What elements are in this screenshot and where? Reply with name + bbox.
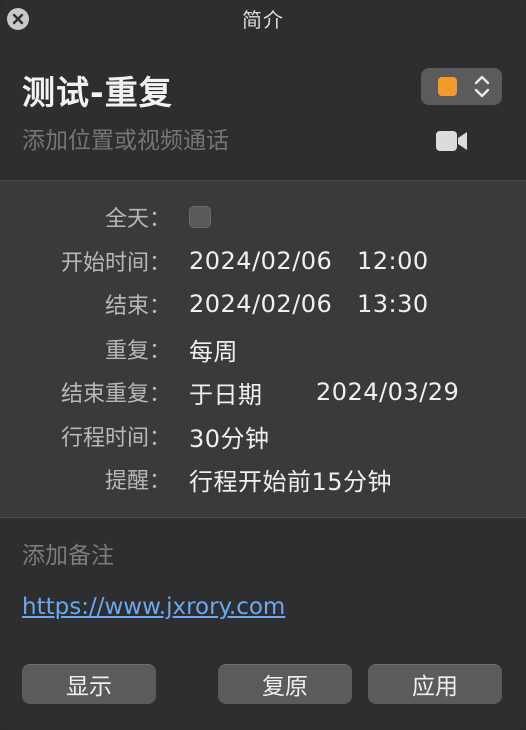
chevron-up-down-icon: [474, 75, 490, 98]
start-date[interactable]: 2024/02/06: [189, 247, 332, 275]
all-day-checkbox[interactable]: [189, 206, 211, 228]
notes-section: 添加备注 https://www.jxrory.com 显示 复原 应用: [0, 518, 526, 730]
all-day-row: 全天：: [0, 197, 526, 237]
all-day-label: 全天：: [104, 207, 171, 232]
repeat-value[interactable]: 每周: [189, 332, 238, 367]
notes-input[interactable]: 添加备注: [22, 536, 114, 570]
alert-value[interactable]: 行程开始前15分钟: [189, 462, 392, 497]
travel-time-row: 行程时间： 30分钟: [0, 416, 526, 456]
start-row: 开始时间： 2024/02/06 12:00: [0, 241, 526, 281]
travel-time-label: 行程时间：: [60, 426, 171, 451]
repeat-label: 重复：: [104, 339, 171, 364]
revert-button[interactable]: 复原: [218, 664, 352, 704]
calendar-color-picker[interactable]: [421, 68, 502, 105]
end-repeat-date[interactable]: 2024/03/29: [316, 378, 459, 406]
end-repeat-label: 结束重复：: [60, 382, 171, 407]
end-label: 结束：: [104, 294, 171, 319]
start-time[interactable]: 12:00: [357, 247, 429, 275]
titlebar: 简介: [0, 0, 526, 36]
close-icon: [12, 13, 24, 25]
window-title: 简介: [242, 7, 284, 32]
repeat-row: 重复： 每周: [0, 329, 526, 369]
alert-label: 提醒：: [104, 469, 171, 494]
end-row: 结束： 2024/02/06 13:30: [0, 284, 526, 324]
end-repeat-mode[interactable]: 于日期: [189, 375, 263, 410]
url-link[interactable]: https://www.jxrory.com: [22, 594, 285, 620]
event-header: 测试-重复: [0, 36, 526, 180]
video-camera-icon[interactable]: [436, 130, 468, 152]
event-title[interactable]: 测试-重复: [22, 66, 173, 114]
show-button[interactable]: 显示: [22, 664, 156, 704]
end-time[interactable]: 13:30: [357, 290, 429, 318]
event-details: 全天： 开始时间： 2024/02/06 12:00 结束： 2024/02/0…: [0, 181, 526, 517]
apply-button[interactable]: 应用: [368, 664, 502, 704]
close-button[interactable]: [7, 8, 29, 30]
start-label: 开始时间：: [60, 251, 171, 276]
event-info-window: 简介 测试-重复 全天： 开始时间： 2024/02/06 12:00: [0, 0, 526, 730]
travel-time-value[interactable]: 30分钟: [189, 419, 270, 454]
end-date[interactable]: 2024/02/06: [189, 290, 332, 318]
alert-row: 提醒： 行程开始前15分钟: [0, 459, 526, 499]
location-input[interactable]: [22, 124, 382, 158]
end-repeat-row: 结束重复： 于日期 2024/03/29: [0, 372, 526, 412]
calendar-color-swatch: [438, 77, 457, 96]
